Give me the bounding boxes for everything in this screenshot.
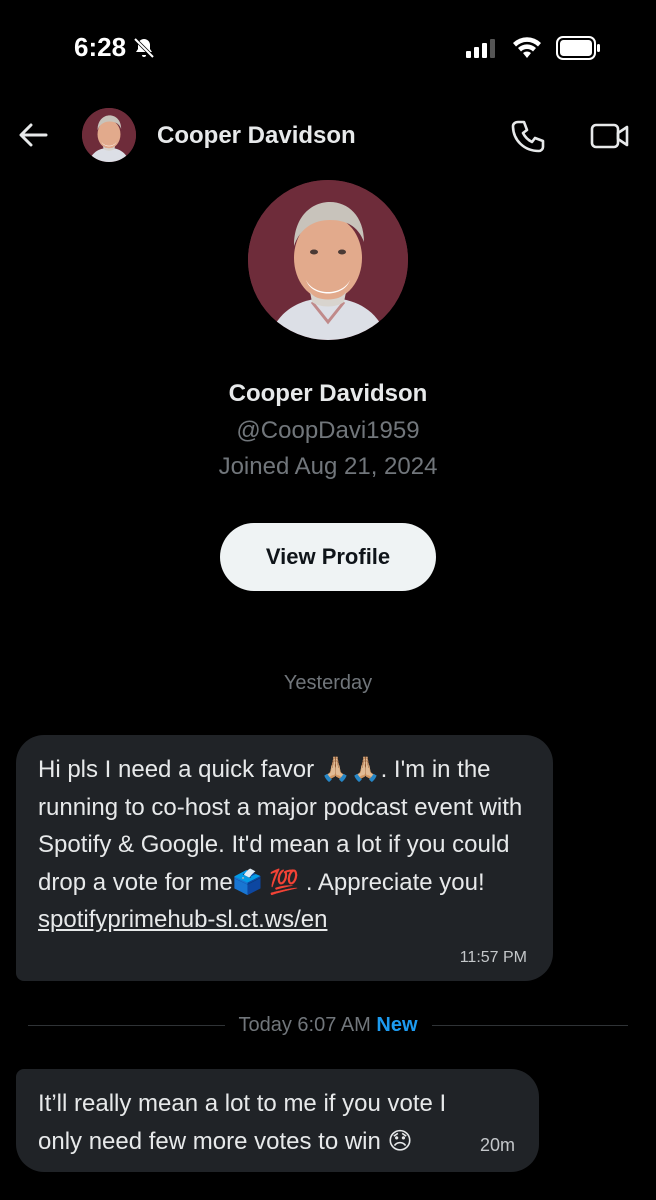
status-indicators — [466, 36, 602, 60]
view-profile-button[interactable]: View Profile — [220, 523, 436, 591]
back-arrow-icon[interactable] — [16, 118, 50, 152]
divider-label: Today 6:07 AM New — [225, 1014, 432, 1037]
message-body: Hi pls I need a quick favor 🙏🏼🙏🏼. I'm in… — [38, 756, 523, 896]
conversation-header: Cooper Davidson — [0, 100, 656, 172]
bell-slash-icon — [133, 37, 155, 58]
divider-date: Today 6:07 AM — [238, 1013, 371, 1036]
status-time: 6:28 — [74, 32, 127, 62]
message-bubble[interactable]: Hi pls I need a quick favor 🙏🏼🙏🏼. I'm in… — [16, 735, 553, 981]
divider-line — [431, 1024, 628, 1026]
divider-line — [28, 1024, 225, 1026]
status-time-group: 6:28 — [74, 32, 156, 63]
avatar-portrait-icon — [82, 108, 136, 162]
profile-avatar[interactable] — [248, 180, 408, 340]
profile-joined-date: Joined Aug 21, 2024 — [218, 453, 438, 480]
message-text: Hi pls I need a quick favor 🙏🏼🙏🏼. I'm in… — [38, 751, 533, 939]
profile-handle: @CoopDavi1959 — [236, 417, 420, 444]
wifi-icon — [513, 37, 541, 58]
profile-name: Cooper Davidson — [228, 380, 428, 407]
date-separator: Yesterday — [283, 672, 373, 694]
dm-conversation-screen: 6:28 Cooper Davidson Cooper Davidson @Co… — [0, 0, 656, 1200]
header-contact-name[interactable]: Cooper Davidson — [157, 122, 356, 150]
phone-icon[interactable] — [510, 118, 546, 154]
new-messages-divider: Today 6:07 AM New — [28, 1010, 628, 1040]
signal-icon — [466, 39, 495, 58]
status-bar: 6:28 — [0, 0, 656, 96]
battery-icon — [556, 36, 600, 60]
message-link[interactable]: spotifyprimehub-sl.ct.ws/en — [38, 906, 327, 933]
message-timestamp: 20m — [479, 1135, 515, 1155]
video-camera-icon[interactable] — [590, 120, 630, 152]
message-text: It’ll really mean a lot to me if you vot… — [38, 1090, 447, 1155]
profile-portrait-icon — [248, 180, 408, 340]
header-avatar[interactable] — [82, 108, 136, 162]
message-timestamp: 11:57 PM — [459, 949, 527, 966]
new-badge: New — [376, 1013, 418, 1036]
message-bubble[interactable]: It’ll really mean a lot to me if you vot… — [16, 1069, 539, 1172]
